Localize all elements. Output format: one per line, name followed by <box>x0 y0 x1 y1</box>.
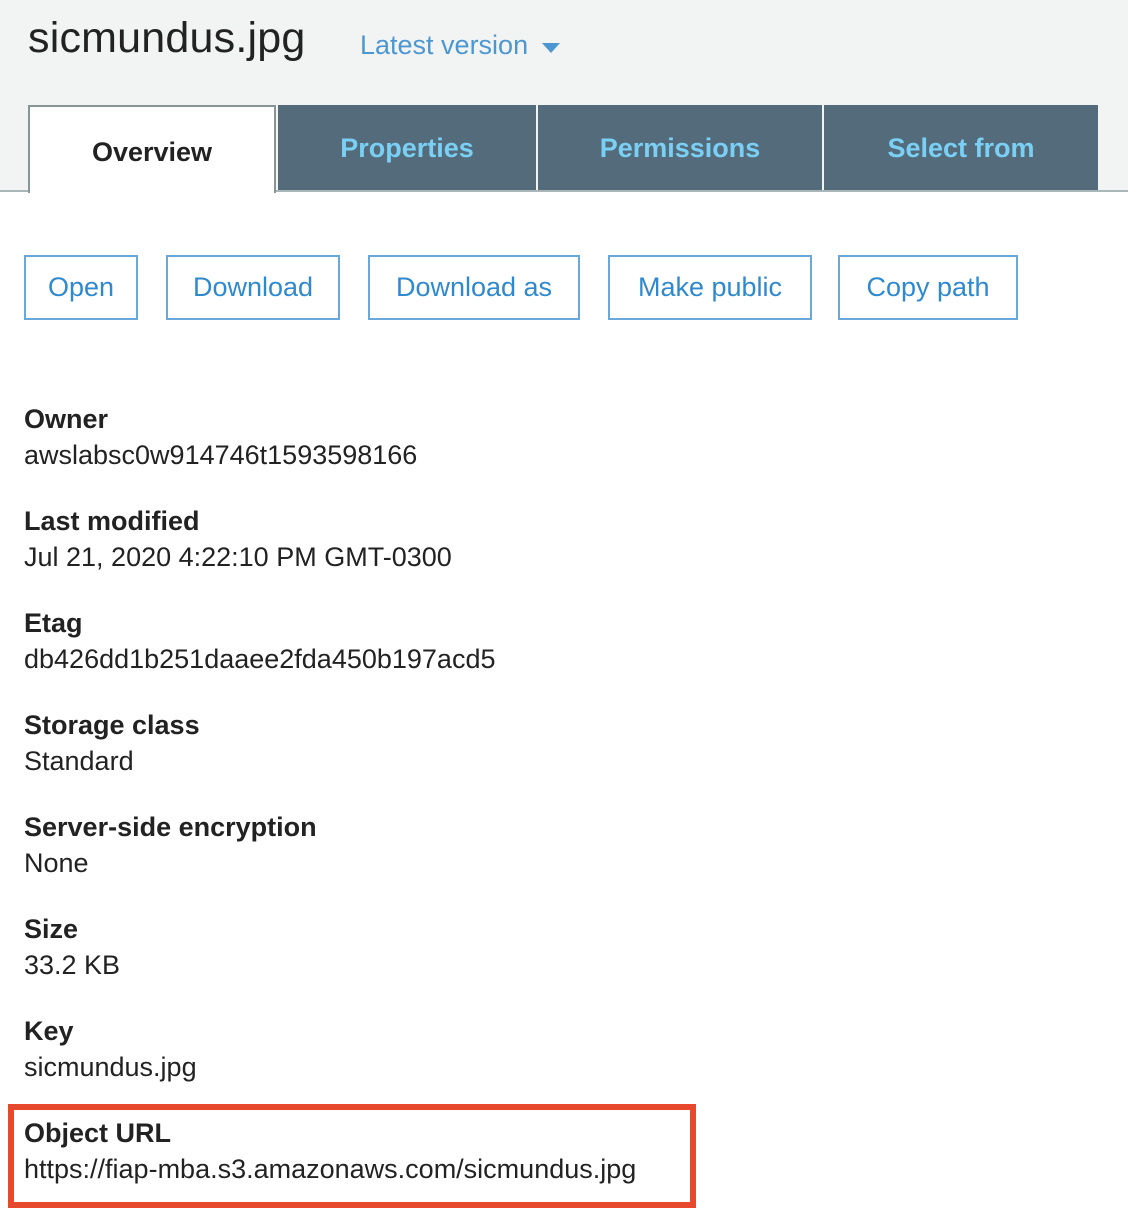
owner-property: Owner awslabsc0w914746t1593598166 <box>24 402 417 472</box>
download-as-button[interactable]: Download as <box>368 255 580 320</box>
encryption-value: None <box>24 848 89 878</box>
object-url-link[interactable]: https://fiap-mba.s3.amazonaws.com/sicmun… <box>24 1152 636 1186</box>
owner-label: Owner <box>24 404 109 434</box>
etag-label: Etag <box>24 608 83 638</box>
tab-properties[interactable]: Properties <box>278 105 536 191</box>
size-label: Size <box>24 914 79 944</box>
etag-value: db426dd1b251daaee2fda450b197acd5 <box>24 644 496 674</box>
version-dropdown[interactable]: Latest version <box>360 30 561 61</box>
owner-value: awslabsc0w914746t1593598166 <box>24 440 418 470</box>
storage-class-value: Standard <box>24 746 134 776</box>
storage-class-property: Storage class Standard <box>24 708 200 778</box>
size-value: 33.2 KB <box>24 950 121 980</box>
key-label: Key <box>24 1016 74 1046</box>
page-title: sicmundus.jpg <box>28 14 306 62</box>
last-modified-property: Last modified Jul 21, 2020 4:22:10 PM GM… <box>24 504 452 574</box>
object-url-property: Object URL https://fiap-mba.s3.amazonaws… <box>24 1116 636 1186</box>
caret-down-icon <box>542 42 561 53</box>
key-value: sicmundus.jpg <box>24 1052 197 1082</box>
make-public-button[interactable]: Make public <box>608 255 812 320</box>
tab-permissions[interactable]: Permissions <box>538 105 822 191</box>
object-header: sicmundus.jpg Latest version Overview Pr… <box>0 0 1128 193</box>
tab-overview[interactable]: Overview <box>28 105 276 193</box>
last-modified-value: Jul 21, 2020 4:22:10 PM GMT-0300 <box>24 542 452 572</box>
last-modified-label: Last modified <box>24 506 200 536</box>
etag-property: Etag db426dd1b251daaee2fda450b197acd5 <box>24 606 496 676</box>
tab-select-from[interactable]: Select from <box>824 105 1098 191</box>
size-property: Size 33.2 KB <box>24 912 120 982</box>
key-property: Key sicmundus.jpg <box>24 1014 197 1084</box>
version-label: Latest version <box>360 30 529 60</box>
encryption-property: Server-side encryption None <box>24 810 317 880</box>
download-button[interactable]: Download <box>166 255 340 320</box>
storage-class-label: Storage class <box>24 710 200 740</box>
encryption-label: Server-side encryption <box>24 812 317 842</box>
object-url-label: Object URL <box>24 1118 172 1148</box>
copy-path-button[interactable]: Copy path <box>838 255 1018 320</box>
open-button[interactable]: Open <box>24 255 138 320</box>
